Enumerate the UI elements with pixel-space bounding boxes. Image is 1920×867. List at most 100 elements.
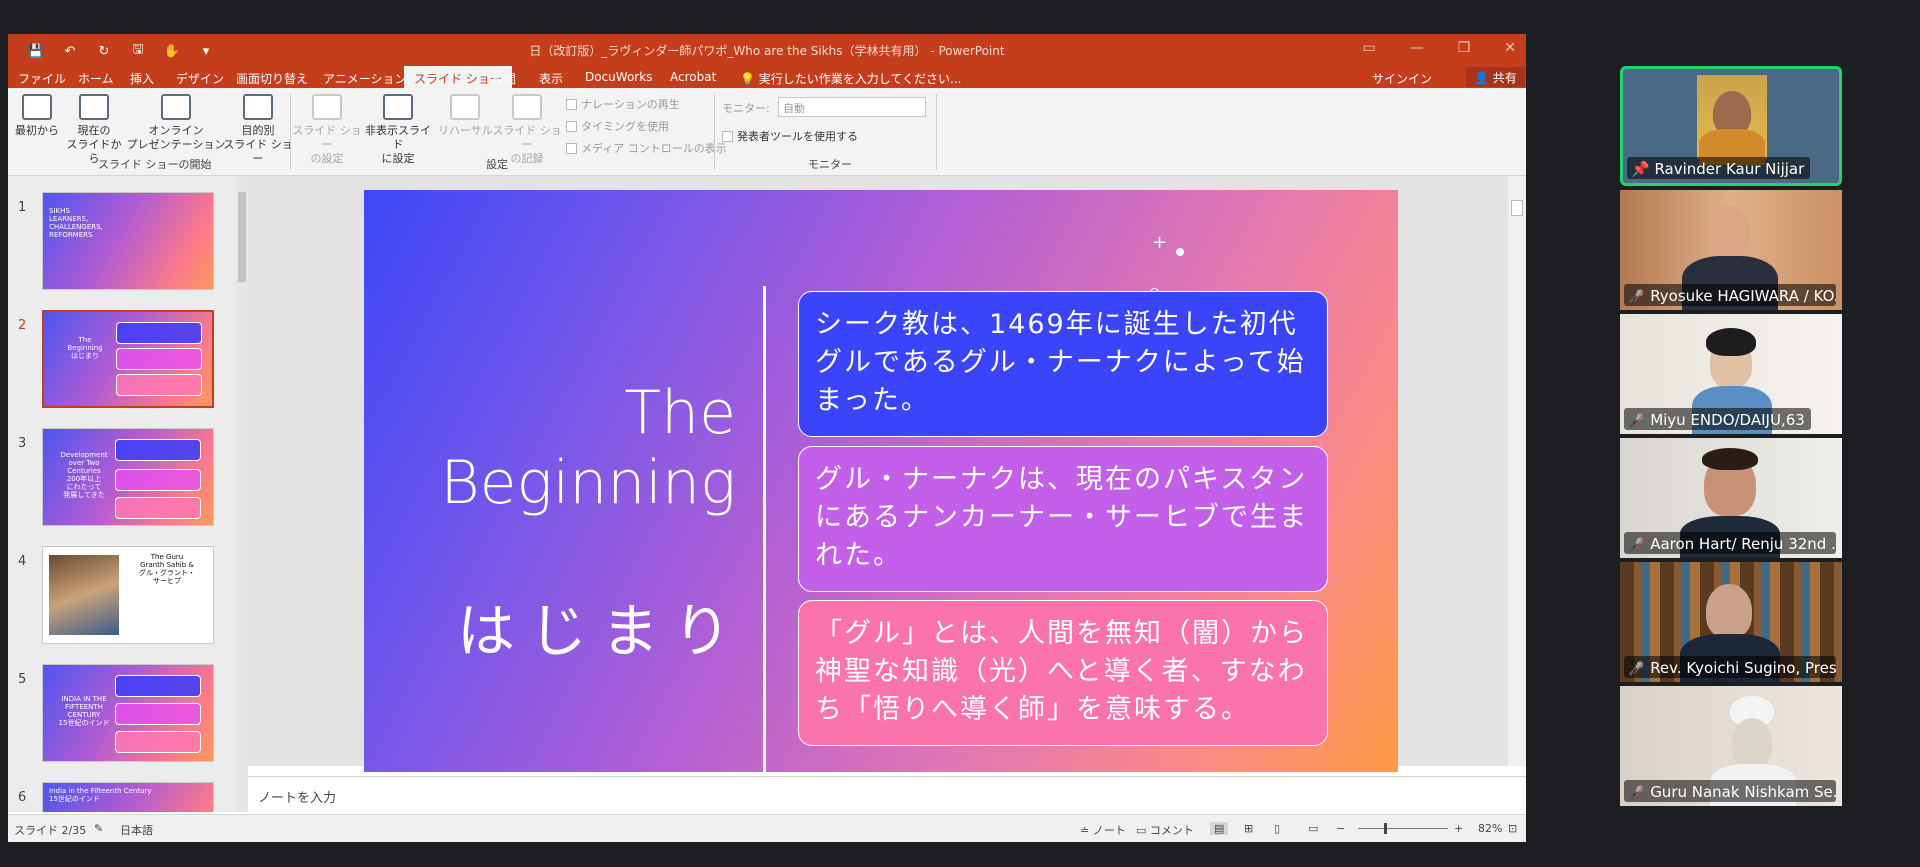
tab-insert[interactable]: 挿入 <box>130 70 154 87</box>
spellcheck-icon[interactable]: ✎ <box>94 822 103 835</box>
text-box-origin[interactable]: シーク教は、1469年に誕生した初代グルであるグル・ナーナクによって始まった。 <box>798 291 1328 437</box>
thumbnail-slide-4[interactable]: 4 The Guru Granth Sahib & グル・グラント・ サーヒブ <box>18 546 238 656</box>
fit-to-window-icon[interactable]: ⊡ <box>1508 822 1517 835</box>
use-timings-checkbox[interactable]: タイミングを使用 <box>566 118 669 134</box>
current-slide[interactable]: The Beginning はじまり + シーク教は、1469年に誕生した初代グ… <box>364 190 1398 772</box>
thumbnail-slide-1[interactable]: 1 SIKHS LEARNERS, CHALLENGERS, REFORMERS <box>18 192 238 302</box>
minimize-icon[interactable]: — <box>1410 40 1424 56</box>
checkbox-icon <box>722 131 733 142</box>
custom-show-icon <box>243 94 273 120</box>
tab-view[interactable]: 表示 <box>539 70 563 87</box>
person-icon: 👤 <box>1474 71 1493 85</box>
online-presentation-button[interactable]: オンライン プレゼンテーション <box>126 94 226 152</box>
scrollbar-thumb[interactable] <box>238 192 246 282</box>
thumbnail-number: 2 <box>18 318 27 333</box>
hide-slide-button[interactable]: 非表示スライド に設定 <box>360 94 436 166</box>
tab-animations[interactable]: アニメーション <box>323 70 407 87</box>
participant-tile[interactable]: 🎤̸ Aaron Hart/ Renju 32nd ... <box>1620 438 1842 558</box>
thumbnail-box <box>115 703 201 725</box>
participant-hair <box>1702 448 1758 470</box>
tab-home[interactable]: ホーム <box>78 70 114 87</box>
hide-slide-label: 非表示スライド に設定 <box>365 124 431 165</box>
window-controls: ▭ — ❐ ✕ <box>1362 40 1516 56</box>
comment-icon: ▭ <box>1136 824 1150 837</box>
notes-toggle[interactable]: ≐ ノート <box>1080 822 1126 838</box>
play-narration-checkbox[interactable]: ナレーションの再生 <box>566 96 680 112</box>
setup-button[interactable]: スライド ショー の設定 <box>292 94 362 166</box>
sparkle-plus-icon: + <box>1152 232 1168 253</box>
reading-view-icon[interactable]: ▯ <box>1274 822 1280 835</box>
thumbnail-box <box>115 469 201 491</box>
slideshow-view-icon[interactable]: ▭ <box>1308 822 1318 835</box>
thumbnail-number: 3 <box>18 436 27 451</box>
notes-icon: ≐ <box>1080 824 1093 837</box>
zoom-in-icon[interactable]: + <box>1454 822 1463 835</box>
zoom-slider[interactable] <box>1358 828 1448 829</box>
from-beginning-label: 最初から <box>15 124 59 137</box>
slide-subtitle[interactable]: はじまり <box>456 584 746 668</box>
online-label: オンライン プレゼンテーション <box>126 124 226 151</box>
pin-icon: 📌 <box>1631 160 1655 178</box>
restore-icon[interactable]: ❐ <box>1458 40 1471 56</box>
participant-tile[interactable]: 🎤̸ Rev. Kyoichi Sugino, Presi... <box>1620 562 1842 682</box>
thumbnail-title: SIKHS LEARNERS, CHALLENGERS, REFORMERS <box>49 207 103 239</box>
language-indicator[interactable]: 日本語 <box>120 822 153 838</box>
thumbnail-slide-2[interactable]: 2 The Beginning はじまり <box>18 310 238 420</box>
participant-face <box>1732 718 1772 768</box>
participant-tile[interactable]: 📌 Ravinder Kaur Nijjar <box>1620 66 1842 186</box>
tab-docuworks[interactable]: DocuWorks <box>585 70 652 84</box>
notes-pane[interactable]: ノートを入力 <box>248 776 1526 814</box>
slide-sorter-icon[interactable]: ⊞ <box>1244 822 1253 835</box>
comments-toggle[interactable]: ▭ コメント <box>1136 822 1194 838</box>
participant-tile[interactable]: 🎤̸ Miyu ENDO/DAIJU,63 <box>1620 314 1842 434</box>
slide-editor: The Beginning はじまり + シーク教は、1469年に誕生した初代グ… <box>248 176 1526 772</box>
title-bar: 💾 ↶ ↻ 🖫 ✋ ▾ 日（改訂版）_ラヴィンダー師パワポ_Who are th… <box>8 34 1526 66</box>
slide-title[interactable]: The Beginning <box>424 378 736 518</box>
thumbnail-photo <box>49 555 119 635</box>
tab-file[interactable]: ファイル <box>18 70 66 87</box>
ribbon-tabs: ファイル ホーム 挿入 デザイン 画面切り替え アニメーション スライド ショー… <box>8 66 1526 88</box>
custom-show-label: 目的別 スライド ショー <box>223 124 293 165</box>
slide-position: スライド 2/35 <box>14 824 87 837</box>
text-box-birthplace[interactable]: グル・ナーナクは、現在のパキスタンにあるナンカーナー・サーヒブで生まれた。 <box>798 446 1328 592</box>
close-icon[interactable]: ✕ <box>1504 40 1516 56</box>
separator <box>714 94 715 170</box>
thumbnail-box <box>116 374 202 396</box>
mic-muted-icon: 🎤̸ <box>1628 662 1645 677</box>
zoom-out-icon[interactable]: − <box>1336 822 1345 835</box>
thumbnail-slide-5[interactable]: 5 INDIA IN THE FIFTEENTH CENTURY 15世紀のイン… <box>18 664 238 774</box>
ribbon-display-icon[interactable]: ▭ <box>1362 40 1375 56</box>
zoom-level[interactable]: 82% <box>1478 822 1502 835</box>
slide-scrollbar[interactable] <box>1508 176 1526 766</box>
from-beginning-button[interactable]: 最初から <box>12 94 62 138</box>
normal-view-icon[interactable]: ▤ <box>1210 822 1229 835</box>
rehearse-button[interactable]: リハーサル <box>438 94 493 138</box>
tab-review[interactable]: 校閲 <box>492 70 516 87</box>
hide-slide-icon <box>383 94 413 120</box>
text-box-guru-meaning[interactable]: 「グル」とは、人間を無知（闇）から神聖な知識（光）へと導く者、すなわち「悟りへ導… <box>798 600 1328 746</box>
tab-design[interactable]: デザイン <box>176 70 224 87</box>
participant-name-tag: 🎤̸ Rev. Kyoichi Sugino, Presi... <box>1624 656 1836 678</box>
signin-link[interactable]: サインイン <box>1372 70 1432 87</box>
thumbnail-slide-3[interactable]: 3 Development over Two Centuries 200年以上 … <box>18 428 238 538</box>
checkbox-icon <box>566 99 577 110</box>
presenter-view-checkbox[interactable]: 発表者ツールを使用する <box>722 128 858 144</box>
participant-tile[interactable]: 🎤̸ Ryosuke HAGIWARA / KO... <box>1620 190 1842 310</box>
share-button[interactable]: 👤 共有 <box>1466 67 1525 87</box>
monitor-select[interactable]: 自動 <box>778 97 926 117</box>
participant-tile[interactable]: 🎤̸ Guru Nanak Nishkam Se... <box>1620 686 1842 806</box>
mic-muted-icon: 🎤̸ <box>1628 414 1645 429</box>
zoom-slider-thumb[interactable] <box>1384 823 1387 834</box>
tab-transitions[interactable]: 画面切り替え <box>236 70 308 87</box>
thumbnail-scrollbar[interactable] <box>236 176 248 812</box>
media-controls-checkbox[interactable]: メディア コントロールの表示 <box>566 140 727 156</box>
scrollbar-thumb[interactable] <box>1511 200 1523 216</box>
thumbnail-slide-6[interactable]: 6 India in the Fifteenth Century 15世紀のイン… <box>18 782 238 812</box>
thumbnail-image: The Beginning はじまり <box>42 310 214 408</box>
tab-acrobat[interactable]: Acrobat <box>670 70 716 84</box>
thumbnail-title: The Guru Granth Sahib & グル・グラント・ サーヒブ <box>139 553 195 585</box>
play-icon <box>22 94 52 120</box>
tell-me-search[interactable]: 💡 実行したい作業を入力してください... <box>740 70 962 87</box>
participant-hair <box>1706 328 1756 356</box>
custom-show-button[interactable]: 目的別 スライド ショー <box>218 94 298 166</box>
